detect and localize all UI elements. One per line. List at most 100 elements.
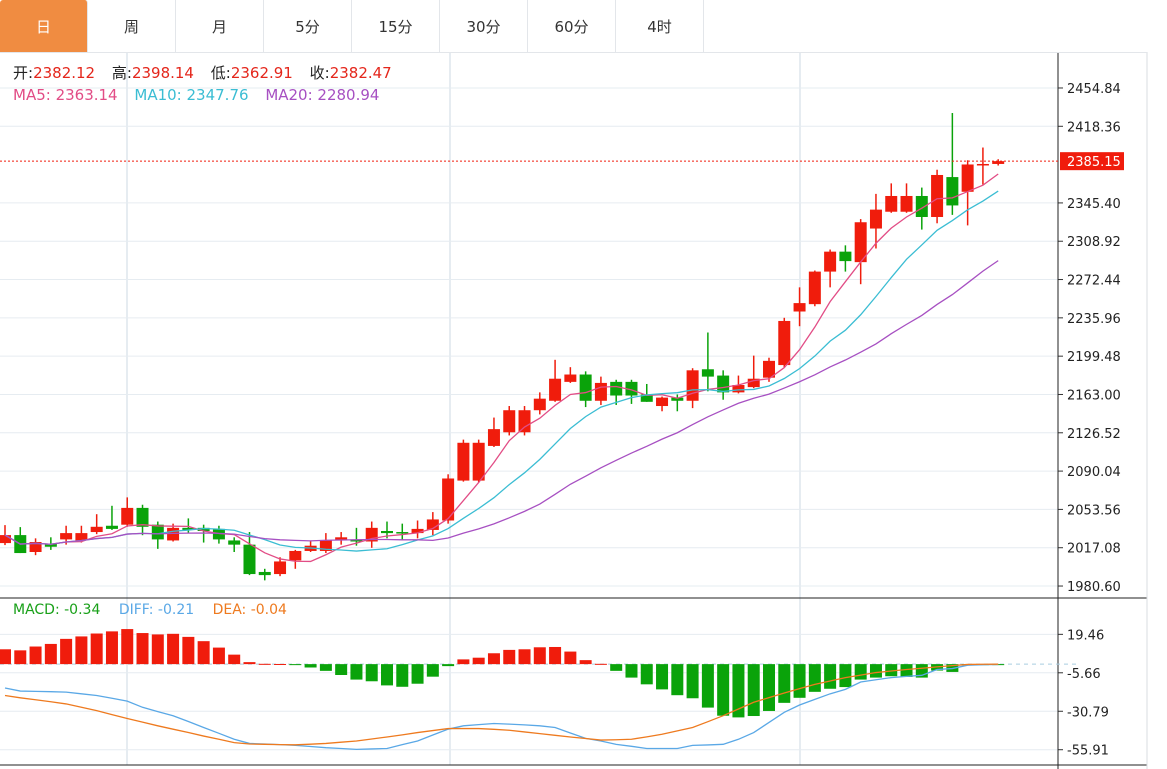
candle xyxy=(442,474,455,524)
macd-bar xyxy=(533,647,546,665)
candle-body xyxy=(717,375,730,393)
candle-body xyxy=(105,525,118,529)
tab-60min[interactable]: 60分 xyxy=(528,0,616,52)
candle-body xyxy=(579,374,592,401)
candle xyxy=(426,512,439,536)
price-tick-label: 2454.84 xyxy=(1067,82,1121,97)
high-value: 2398.14 xyxy=(131,64,194,82)
kline-chart[interactable]: 2454.84 2418.36 2345.40 2308.92 2272.44 2235.… xyxy=(0,0,1167,769)
candle xyxy=(14,527,27,554)
candle-body xyxy=(656,397,669,407)
price-tick-label: 2126.52 xyxy=(1067,427,1121,442)
macd-bar xyxy=(610,664,623,671)
macd-tick-label: 19.46 xyxy=(1067,628,1104,643)
macd-bar xyxy=(564,651,577,665)
candle xyxy=(549,359,562,402)
candle-body xyxy=(487,429,500,446)
price-tick-label: 1980.60 xyxy=(1067,580,1121,595)
macd-bar xyxy=(365,664,378,682)
close-label: 收: xyxy=(309,64,330,82)
candle xyxy=(136,504,149,536)
candle-body xyxy=(503,410,516,433)
tab-month[interactable]: 月 xyxy=(176,0,264,52)
candle-body xyxy=(900,195,913,212)
macd-bar xyxy=(151,634,164,665)
ma10-value: MA10: 2347.76 xyxy=(134,86,249,104)
macd-bar xyxy=(869,664,882,678)
macd-tick-label: -30.79 xyxy=(1067,705,1109,720)
candle-body xyxy=(610,381,623,396)
candle-body xyxy=(274,561,287,575)
ma5-value: MA5: 2363.14 xyxy=(13,86,118,104)
macd-bar xyxy=(396,664,409,687)
macd-bar xyxy=(335,664,348,675)
tab-5min[interactable]: 5分 xyxy=(264,0,352,52)
open-label: 开: xyxy=(13,64,34,82)
macd-bar xyxy=(671,664,684,696)
candle-body xyxy=(915,195,928,217)
candle-body xyxy=(824,251,837,272)
macd-bar xyxy=(747,664,760,717)
macd-bar xyxy=(808,664,821,692)
macd-bar xyxy=(319,664,332,671)
candle-body xyxy=(396,532,409,534)
macd-bar xyxy=(228,654,241,665)
low-value: 2362.91 xyxy=(230,64,293,82)
macd-bar xyxy=(14,650,27,665)
candle-body xyxy=(808,271,821,305)
macd-bar xyxy=(518,649,531,665)
ma5-line xyxy=(4,173,999,563)
macd-bar xyxy=(350,664,363,680)
close-value: 2382.47 xyxy=(329,64,392,82)
macd-bar xyxy=(625,664,638,678)
candle xyxy=(900,183,913,213)
candle xyxy=(533,392,546,415)
candle xyxy=(747,355,760,389)
candle-body xyxy=(564,374,577,382)
candle-body xyxy=(381,530,393,534)
macd-bar xyxy=(457,659,470,665)
price-tick-label: 2272.44 xyxy=(1067,274,1121,289)
candle xyxy=(121,497,134,527)
candle-body xyxy=(778,320,791,366)
candle-body xyxy=(885,195,898,212)
tab-4hour[interactable]: 4时 xyxy=(616,0,704,52)
period-tabs: 日 周 月 5分 15分 30分 60分 4时 xyxy=(0,0,1147,53)
candle-body xyxy=(121,507,134,525)
tab-30min[interactable]: 30分 xyxy=(440,0,528,52)
macd-bar xyxy=(105,631,118,665)
candle-body xyxy=(961,164,974,192)
macd-bar xyxy=(274,663,287,665)
macd-bar xyxy=(304,664,317,668)
macd-bar xyxy=(197,641,210,665)
candle-body xyxy=(60,533,73,540)
tab-week[interactable]: 周 xyxy=(88,0,176,52)
candle xyxy=(258,568,271,581)
candle xyxy=(839,245,852,272)
candle xyxy=(869,193,882,249)
candle-body xyxy=(946,177,959,206)
candle-body xyxy=(518,410,531,433)
tab-15min[interactable]: 15分 xyxy=(352,0,440,52)
candle xyxy=(579,371,592,408)
candle xyxy=(594,376,607,405)
tab-day[interactable]: 日 xyxy=(0,0,88,52)
macd-bar xyxy=(594,663,607,665)
macd-info: MACD: -0.34 DIFF: -0.21 DEA: -0.04 xyxy=(13,602,287,618)
candle-body xyxy=(90,526,103,533)
price-tick-label: 2418.36 xyxy=(1067,120,1121,135)
ma20-line xyxy=(4,260,999,545)
current-price-label: 2385.15 xyxy=(1067,155,1121,170)
candle xyxy=(503,406,516,436)
macd-bar xyxy=(182,636,195,665)
price-tick-label: 2017.08 xyxy=(1067,542,1121,557)
macd-bar xyxy=(579,660,592,665)
price-tick-label: 2053.56 xyxy=(1067,503,1121,518)
price-tick-label: 2163.00 xyxy=(1067,388,1121,403)
price-tick-label: 2308.92 xyxy=(1067,235,1121,250)
candle-body xyxy=(228,540,241,545)
candle xyxy=(931,169,944,224)
macd-value: MACD: -0.34 xyxy=(13,602,101,618)
macd-bar xyxy=(121,629,134,665)
macd-bar xyxy=(686,664,699,699)
